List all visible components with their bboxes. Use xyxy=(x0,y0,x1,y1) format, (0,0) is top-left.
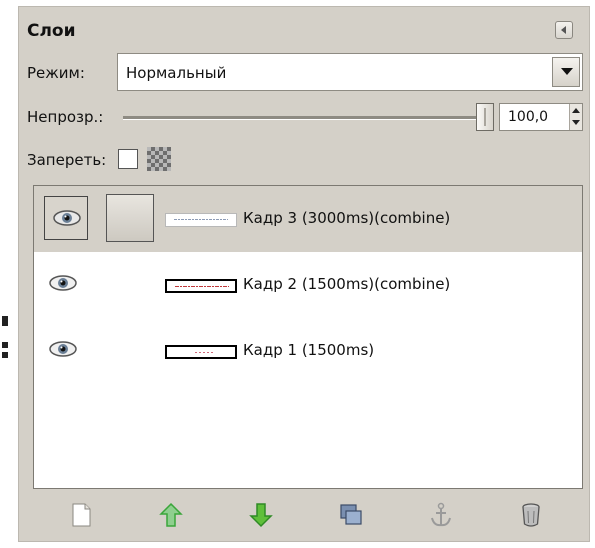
chain-toggle[interactable] xyxy=(106,194,154,242)
layers-dialog-window: Слои Режим: Нормальный Непрозр.: 100,0 З… xyxy=(0,0,595,548)
thumbnail-content xyxy=(175,286,229,287)
opacity-slider[interactable] xyxy=(123,116,491,120)
mode-value: Нормальный xyxy=(126,64,227,82)
opacity-spinbox[interactable]: 100,0 xyxy=(499,103,583,131)
visibility-toggle[interactable] xyxy=(44,196,88,240)
opacity-label: Непрозр.: xyxy=(27,108,104,126)
layers-panel: Слои Режим: Нормальный Непрозр.: 100,0 З… xyxy=(18,6,590,542)
mode-label: Режим: xyxy=(27,64,85,82)
edge-mark xyxy=(2,342,8,348)
layer-row[interactable]: Кадр 3 (3000ms)(combine) xyxy=(34,186,582,252)
opacity-value: 100,0 xyxy=(508,109,549,125)
window-edge xyxy=(0,0,18,548)
lock-pixels-checkbox[interactable] xyxy=(118,149,138,169)
layer-row[interactable]: Кадр 2 (1500ms)(combine) xyxy=(34,252,582,318)
panel-menu-button[interactable] xyxy=(555,21,573,39)
thumbnail-content xyxy=(195,352,215,353)
eye-icon[interactable] xyxy=(48,338,78,360)
lower-layer-button[interactable] xyxy=(247,501,275,529)
lock-label: Запереть: xyxy=(27,151,107,169)
chevron-down-icon xyxy=(561,68,573,75)
new-layer-icon xyxy=(72,503,91,527)
opacity-slider-handle[interactable] xyxy=(476,103,494,131)
edge-mark xyxy=(2,316,8,326)
lower-layer-icon xyxy=(249,503,273,528)
alpha-lock-icon[interactable] xyxy=(147,147,171,171)
raise-layer-button[interactable] xyxy=(157,501,185,529)
thumbnail-content xyxy=(174,219,228,220)
panel-title: Слои xyxy=(27,21,76,41)
layers-toolbar xyxy=(33,495,583,535)
layer-name[interactable]: Кадр 1 (1500ms) xyxy=(243,341,374,359)
chevron-left-icon xyxy=(561,26,566,34)
layer-row[interactable]: Кадр 1 (1500ms) xyxy=(34,318,582,384)
delete-layer-button[interactable] xyxy=(517,501,545,529)
layer-name[interactable]: Кадр 3 (3000ms)(combine) xyxy=(243,209,450,227)
layer-name[interactable]: Кадр 2 (1500ms)(combine) xyxy=(243,275,450,293)
duplicate-layer-icon xyxy=(340,504,362,525)
opacity-spin-buttons[interactable] xyxy=(569,104,582,130)
layer-thumbnail xyxy=(165,279,237,293)
layers-list[interactable]: Кадр 3 (3000ms)(combine) Кадр 2 (1500ms)… xyxy=(33,185,583,489)
layer-thumbnail xyxy=(165,345,237,359)
layer-thumbnail xyxy=(165,213,237,227)
delete-layer-icon xyxy=(522,503,540,527)
edge-mark xyxy=(2,352,8,358)
spin-down-icon[interactable] xyxy=(572,120,580,125)
anchor-layer-button[interactable] xyxy=(427,501,455,529)
duplicate-layer-button[interactable] xyxy=(337,501,365,529)
anchor-layer-icon xyxy=(431,502,451,527)
raise-layer-icon xyxy=(159,502,183,527)
mode-select[interactable]: Нормальный xyxy=(117,53,583,91)
eye-icon[interactable] xyxy=(48,272,78,294)
mode-dropdown-button[interactable] xyxy=(552,57,580,87)
eye-icon xyxy=(53,210,81,226)
new-layer-button[interactable] xyxy=(67,501,95,529)
spin-up-icon[interactable] xyxy=(572,108,580,113)
